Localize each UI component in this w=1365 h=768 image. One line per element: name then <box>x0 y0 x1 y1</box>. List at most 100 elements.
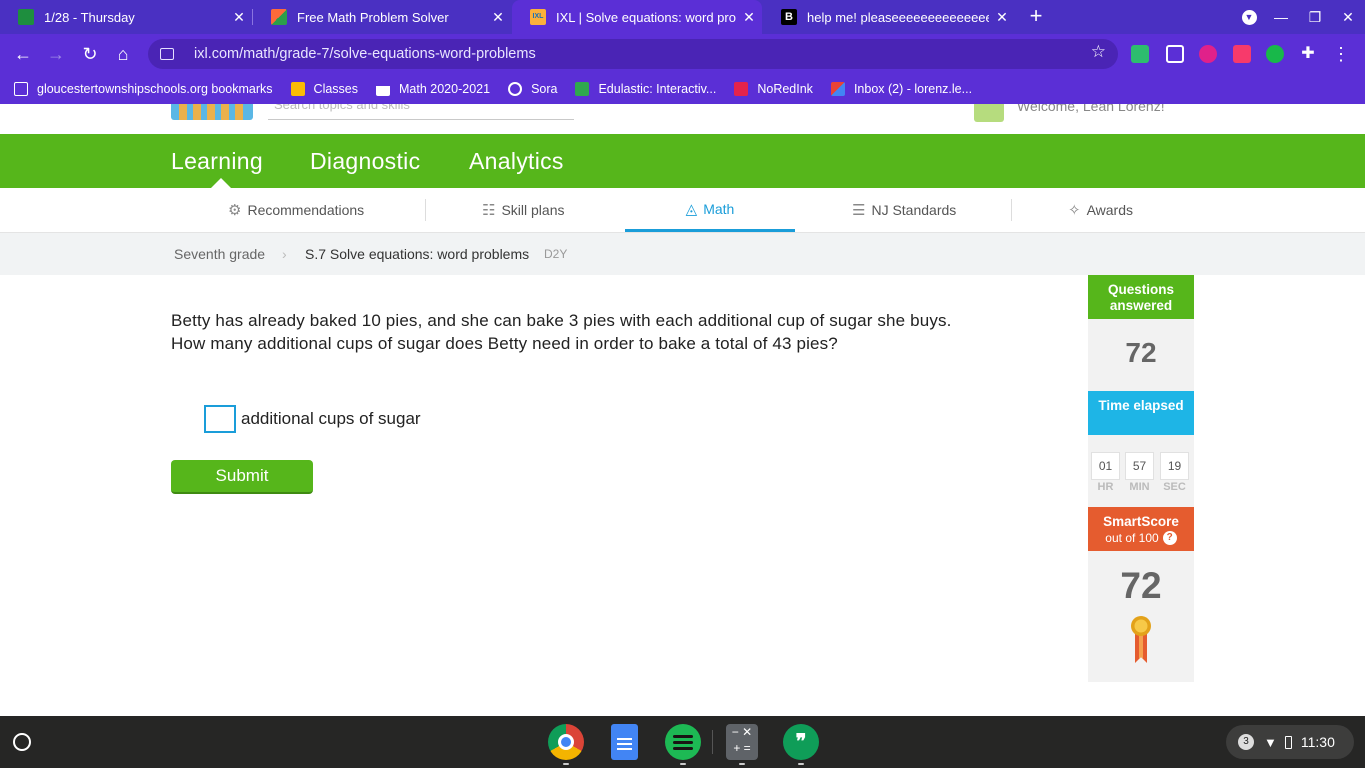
bookmark-label: Sora <box>531 82 558 96</box>
ixl-logo[interactable] <box>171 104 253 120</box>
math-solver-icon <box>271 9 287 25</box>
welcome-text[interactable]: Welcome, Leah Lorenz! <box>1017 104 1165 114</box>
new-tab-button[interactable]: + <box>1023 4 1049 30</box>
minutes-label: MIN <box>1129 481 1150 493</box>
reload-icon[interactable]: ↻ <box>78 42 102 66</box>
skill-code: D2Y <box>544 247 568 261</box>
status-tray[interactable]: 3 ▼ 11:30 <box>1226 725 1354 759</box>
nav-analytics[interactable]: Analytics <box>469 148 564 175</box>
help-icon[interactable]: ? <box>1162 531 1177 545</box>
avatar[interactable] <box>974 104 1004 122</box>
tab-brainly[interactable]: B help me! pleaseeeeeeeeeeeeeee ✕ <box>763 0 1015 34</box>
chrome-icon[interactable] <box>548 724 584 760</box>
answer-input[interactable] <box>204 405 236 433</box>
tab-recommendations[interactable]: ⚙ Recommendations <box>228 188 364 232</box>
tab-label: Awards <box>1086 202 1134 218</box>
smartscore-sub-label: out of 100 <box>1105 531 1159 545</box>
address-bar[interactable]: ixl.com/math/grade-7/solve-equations-wor… <box>148 39 1118 69</box>
tab-label: Skill plans <box>501 202 565 218</box>
extensions-puzzle-icon[interactable]: ✚ <box>1299 45 1317 63</box>
bookmark-item[interactable]: NoRedInk <box>734 82 813 96</box>
edulastic-icon <box>575 82 590 96</box>
nav-learning[interactable]: Learning <box>171 148 263 175</box>
breadcrumb-grade[interactable]: Seventh grade <box>174 246 265 262</box>
standards-icon: ☰ <box>852 202 866 219</box>
tab-awards[interactable]: ✧ Awards <box>1068 188 1133 232</box>
browser-tab-bar: 1/28 - Thursday ✕ Free Math Problem Solv… <box>0 0 1365 34</box>
bookmark-item[interactable]: Inbox (2) - lorenz.le... <box>830 82 972 96</box>
close-icon[interactable]: ✕ <box>226 9 252 26</box>
url-text: ixl.com/math/grade-7/solve-equations-wor… <box>194 46 536 62</box>
menu-kebab-icon[interactable]: ⋮ <box>1332 45 1350 63</box>
hangouts-icon[interactable]: ❞ <box>783 724 819 760</box>
notification-badge[interactable]: 3 <box>1238 734 1254 750</box>
tab-search-icon[interactable]: ▼ <box>1232 0 1266 34</box>
answer-unit-label: additional cups of sugar <box>241 409 421 428</box>
classroom-icon <box>290 82 305 96</box>
smartscore-value: 72 <box>1120 565 1162 606</box>
bookmark-label: Classes <box>313 82 359 96</box>
tab-classroom[interactable]: 1/28 - Thursday ✕ <box>0 0 253 34</box>
tab-nj-standards[interactable]: ☰ NJ Standards <box>852 188 956 232</box>
os-shelf: − ✕ + = ❞ 3 ▼ 11:30 <box>0 716 1365 768</box>
main-nav: Learning Diagnostic Analytics <box>0 134 1365 188</box>
extension-icon[interactable] <box>1131 45 1149 63</box>
bookmark-item[interactable]: Edulastic: Interactiv... <box>575 82 716 96</box>
tab-label: Recommendations <box>247 202 365 218</box>
bookmark-item[interactable]: Classes <box>290 82 359 96</box>
bookmark-item[interactable]: Math 2020-2021 <box>376 82 490 96</box>
clock-time: 11:30 <box>1300 734 1335 750</box>
back-arrow-icon[interactable]: ← <box>11 42 35 66</box>
submit-button[interactable]: Submit <box>171 460 313 494</box>
grammarly-icon[interactable] <box>1266 45 1284 63</box>
calculator-icon[interactable]: − ✕ + = <box>726 724 758 760</box>
battery-icon <box>1284 735 1292 749</box>
awards-icon: ✧ <box>1068 202 1081 219</box>
bookmark-label: Math 2020-2021 <box>399 82 491 96</box>
bookmark-item[interactable]: Sora <box>508 82 557 96</box>
close-icon[interactable]: ✕ <box>736 9 762 26</box>
close-icon[interactable]: ✕ <box>989 9 1015 26</box>
docs-icon[interactable] <box>611 724 638 760</box>
chevron-right-icon: › <box>282 246 287 262</box>
sora-icon <box>508 82 523 96</box>
search-input[interactable]: Search topics and skills <box>268 104 574 120</box>
bookmark-star-icon[interactable]: ☆ <box>1091 42 1106 62</box>
breadcrumb-skill: S.7 Solve equations: word problems <box>305 246 530 262</box>
math-icon: ◬ <box>685 200 698 218</box>
recommendations-icon: ⚙ <box>228 202 242 219</box>
smartscore-header: SmartScore out of 100 ? <box>1088 507 1194 551</box>
reading-list-icon[interactable] <box>1166 45 1184 63</box>
time-hours: 01 <box>1091 452 1120 480</box>
medal-icon <box>1131 616 1151 663</box>
wifi-icon: ▼ <box>1264 734 1277 750</box>
tab-title: 1/28 - Thursday <box>44 9 135 25</box>
bookmark-label: Edulastic: Interactiv... <box>598 82 717 96</box>
close-window-button[interactable]: ✕ <box>1331 0 1365 34</box>
time-elapsed-label: Time elapsed <box>1088 391 1194 435</box>
google-classroom-icon <box>18 9 34 25</box>
smartscore-label: SmartScore <box>1103 514 1179 529</box>
site-info-icon[interactable] <box>160 48 174 60</box>
nav-diagnostic[interactable]: Diagnostic <box>310 148 420 175</box>
folder-icon <box>14 82 28 96</box>
minimize-button[interactable]: — <box>1264 0 1298 34</box>
launcher-icon[interactable] <box>13 733 31 751</box>
screencastify-icon[interactable] <box>1233 45 1251 63</box>
restore-button[interactable]: ❐ <box>1298 0 1332 34</box>
tab-skill-plans[interactable]: ☷ Skill plans <box>482 188 564 232</box>
bookmark-item[interactable]: gloucestertownshipschools.org bookmarks <box>14 82 273 96</box>
spotify-icon[interactable] <box>665 724 701 760</box>
forward-arrow-icon[interactable]: → <box>44 42 68 66</box>
close-icon[interactable]: ✕ <box>485 9 511 26</box>
questions-answered-label: Questions answered <box>1088 275 1194 319</box>
kami-extension-icon[interactable] <box>1199 45 1217 63</box>
tab-label: Math <box>703 200 735 217</box>
tab-math[interactable]: ◬ Math <box>625 188 795 232</box>
home-icon[interactable]: ⌂ <box>111 42 135 66</box>
breadcrumb: Seventh grade › S.7 Solve equations: wor… <box>0 233 1365 275</box>
tab-ixl[interactable]: IXL IXL | Solve equations: word probl ✕ <box>512 0 762 34</box>
tab-label: NJ Standards <box>871 202 957 218</box>
tab-math-solver[interactable]: Free Math Problem Solver ✕ <box>253 0 511 34</box>
ixl-header: Search topics and skills Welcome, Leah L… <box>0 104 1365 134</box>
